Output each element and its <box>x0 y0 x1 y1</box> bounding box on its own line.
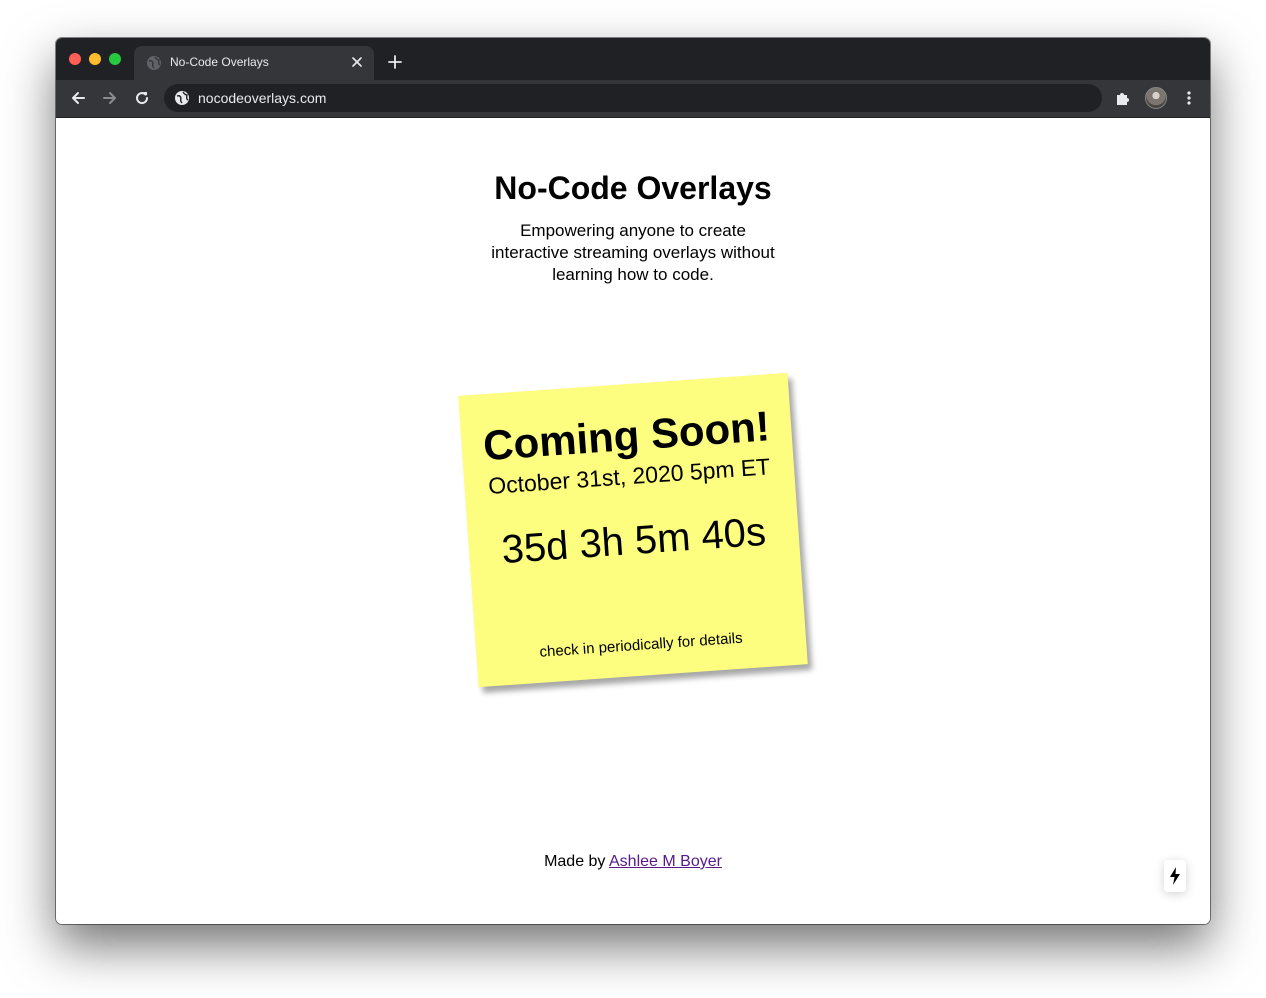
tab-no-code-overlays[interactable]: No-Code Overlays <box>134 46 374 80</box>
browser-window: No-Code Overlays nocodeoverlays.com No-C… <box>56 38 1210 924</box>
puzzle-icon[interactable] <box>1114 89 1132 107</box>
page-viewport: No-Code Overlays Empowering anyone to cr… <box>56 118 1210 924</box>
close-icon[interactable] <box>348 53 366 71</box>
address-bar[interactable]: nocodeoverlays.com <box>164 84 1102 112</box>
browser-toolbar: nocodeoverlays.com <box>56 80 1210 118</box>
footer-credit: Made by Ashlee M Boyer <box>56 853 1210 871</box>
tab-strip: No-Code Overlays <box>56 38 1210 80</box>
arrow-right-icon[interactable] <box>100 88 120 108</box>
arrow-left-icon[interactable] <box>68 88 88 108</box>
countdown-timer: 35d 3h 5m 40s <box>500 509 768 573</box>
coming-soon-sticky-note: Coming Soon! October 31st, 2020 5pm ET 3… <box>458 372 808 688</box>
author-link[interactable]: Ashlee M Boyer <box>609 853 722 870</box>
avatar[interactable] <box>1145 87 1167 109</box>
details-note: check in periodically for details <box>538 629 744 661</box>
minimize-window-button[interactable] <box>89 53 101 65</box>
globe-icon[interactable] <box>174 90 190 106</box>
page-subtitle: Empowering anyone to create interactive … <box>491 221 775 284</box>
lightning-bolt-icon[interactable] <box>1164 860 1186 892</box>
plus-icon[interactable] <box>386 53 404 71</box>
url-text[interactable]: nocodeoverlays.com <box>198 90 326 106</box>
globe-icon <box>146 55 162 71</box>
page-title: No-Code Overlays <box>494 170 772 206</box>
reload-icon[interactable] <box>132 88 152 108</box>
tab-title: No-Code Overlays <box>170 55 269 69</box>
maximize-window-button[interactable] <box>109 53 121 65</box>
footer-prefix: Made by <box>544 853 606 870</box>
vertical-dots-icon[interactable] <box>1180 89 1198 107</box>
close-window-button[interactable] <box>69 53 81 65</box>
